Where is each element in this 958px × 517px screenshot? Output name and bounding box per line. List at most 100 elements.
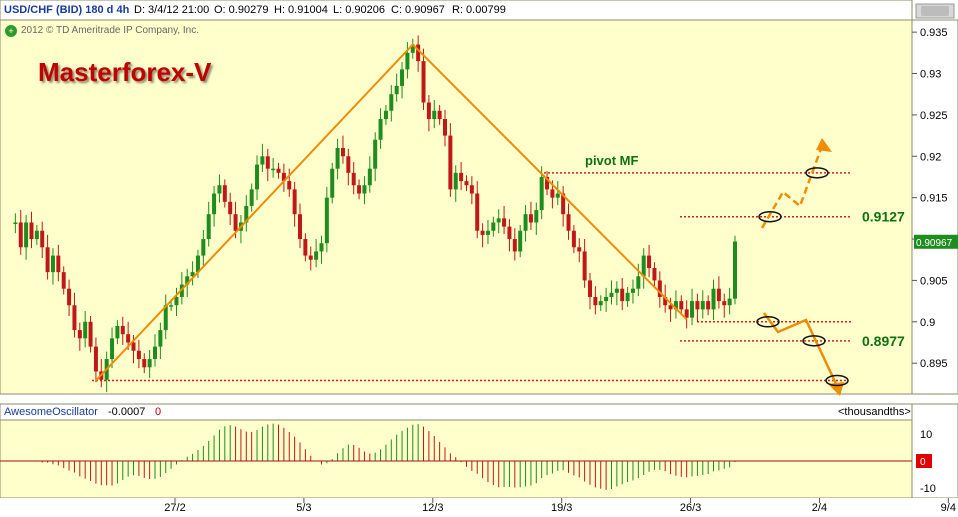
- candle-body: [571, 230, 576, 248]
- candle-body: [120, 325, 125, 335]
- candle-body: [383, 110, 388, 120]
- candle-body: [72, 305, 77, 331]
- osc-tick-label: -10: [920, 483, 936, 495]
- candle-body: [690, 301, 695, 318]
- candle-body: [153, 346, 157, 360]
- candle-body: [131, 342, 136, 351]
- candle-body: [314, 251, 319, 260]
- candle-body: [228, 201, 233, 215]
- candle-body: [67, 288, 72, 306]
- header-close: C: 0.90967: [391, 4, 445, 16]
- header-symbol[interactable]: USD/CHF (BID) 180 d 4h: [4, 4, 129, 16]
- candle-body: [346, 156, 351, 173]
- candle-body: [50, 255, 55, 273]
- candle-body: [609, 292, 614, 297]
- candle-body: [604, 296, 609, 302]
- candle-body: [448, 135, 453, 190]
- candle-body: [169, 305, 174, 307]
- candle-body: [271, 168, 276, 171]
- candle-body: [722, 301, 727, 306]
- candle-body: [357, 185, 362, 194]
- candle-body: [362, 185, 367, 194]
- candle-body: [684, 309, 689, 318]
- candle-body: [598, 301, 603, 306]
- candle-body: [727, 298, 732, 306]
- candle-body: [83, 321, 88, 339]
- candle-body: [276, 168, 281, 173]
- candle-body: [255, 164, 260, 190]
- candle-body: [40, 230, 45, 248]
- candle-body: [706, 301, 711, 310]
- candle-body: [577, 247, 582, 252]
- candle-body: [716, 288, 721, 302]
- candle-body: [34, 230, 39, 240]
- candle-body: [174, 296, 179, 306]
- candle-body: [292, 189, 297, 215]
- candle-body: [588, 280, 592, 297]
- header-high: H: 0.91004: [274, 4, 328, 16]
- candle-body: [426, 102, 431, 120]
- candle-body: [582, 251, 587, 281]
- candle-body: [18, 222, 23, 248]
- header-open: O: 0.90279: [214, 4, 269, 16]
- candle-body: [61, 272, 66, 289]
- candle-body: [206, 214, 211, 240]
- oscillator-secondary-value: 0: [155, 406, 162, 418]
- candle-body: [212, 193, 217, 215]
- price-tick-label: 0.915: [920, 193, 948, 205]
- candle-body: [340, 148, 345, 157]
- price-tick-label: 0.925: [920, 110, 948, 122]
- candle-body: [416, 44, 421, 62]
- time-tick-label: 9/4: [941, 502, 956, 514]
- candle-body: [480, 230, 485, 235]
- header-low: L: 0.90206: [333, 4, 385, 16]
- candle-body: [652, 268, 657, 281]
- oscillator-name[interactable]: AwesomeOscillator: [4, 406, 98, 418]
- time-tick-label: 27/2: [164, 502, 185, 514]
- candle-body: [136, 350, 141, 360]
- price-tick-label: 0.9: [920, 317, 935, 329]
- candle-body: [534, 210, 539, 223]
- price-scrollbar-thumb[interactable]: [921, 6, 949, 16]
- candle-body: [620, 288, 625, 302]
- candle-body: [464, 181, 469, 186]
- candle-body: [528, 214, 533, 223]
- candle-body: [700, 301, 705, 310]
- candle-body: [389, 94, 394, 111]
- candle-body: [695, 301, 700, 310]
- candle-body: [287, 181, 292, 190]
- price-tick-label: 0.92: [920, 151, 941, 163]
- time-tick-label: 26/3: [680, 502, 701, 514]
- candle-body: [432, 110, 437, 120]
- candle-body: [298, 214, 302, 240]
- time-tick-label: 2/4: [812, 502, 827, 514]
- pivot-label: pivot MF: [585, 153, 638, 168]
- candle-body: [324, 197, 329, 244]
- candle-body: [502, 218, 507, 227]
- candle-body: [475, 193, 480, 231]
- candle-body: [437, 110, 442, 120]
- candle-body: [630, 288, 635, 293]
- candle-body: [335, 148, 340, 169]
- candle-body: [614, 288, 619, 293]
- candle-body: [733, 241, 737, 299]
- candle-body: [115, 325, 120, 339]
- brand-title: Masterforex-V: [38, 57, 212, 87]
- header-date: D: 3/4/12 21:00: [134, 4, 210, 16]
- candle-body: [45, 247, 50, 273]
- candle-body: [265, 156, 270, 169]
- price-tick-label: 0.905: [920, 275, 948, 287]
- candle-body: [443, 119, 447, 136]
- candle-body: [641, 255, 646, 277]
- candle-body: [405, 52, 410, 70]
- oscillator-unit-label: <thousandths>: [838, 406, 911, 418]
- candle-body: [110, 338, 115, 360]
- osc-tick-label: 10: [920, 429, 932, 441]
- candle-body: [249, 189, 254, 206]
- copyright-text: 2012 © TD Ameritrade IP Company, Inc.: [21, 25, 200, 36]
- candle-body: [625, 292, 630, 302]
- candle-body: [491, 222, 496, 231]
- oscillator-value: -0.0007: [108, 406, 146, 418]
- candle-body: [260, 156, 265, 165]
- candle-body: [512, 239, 517, 252]
